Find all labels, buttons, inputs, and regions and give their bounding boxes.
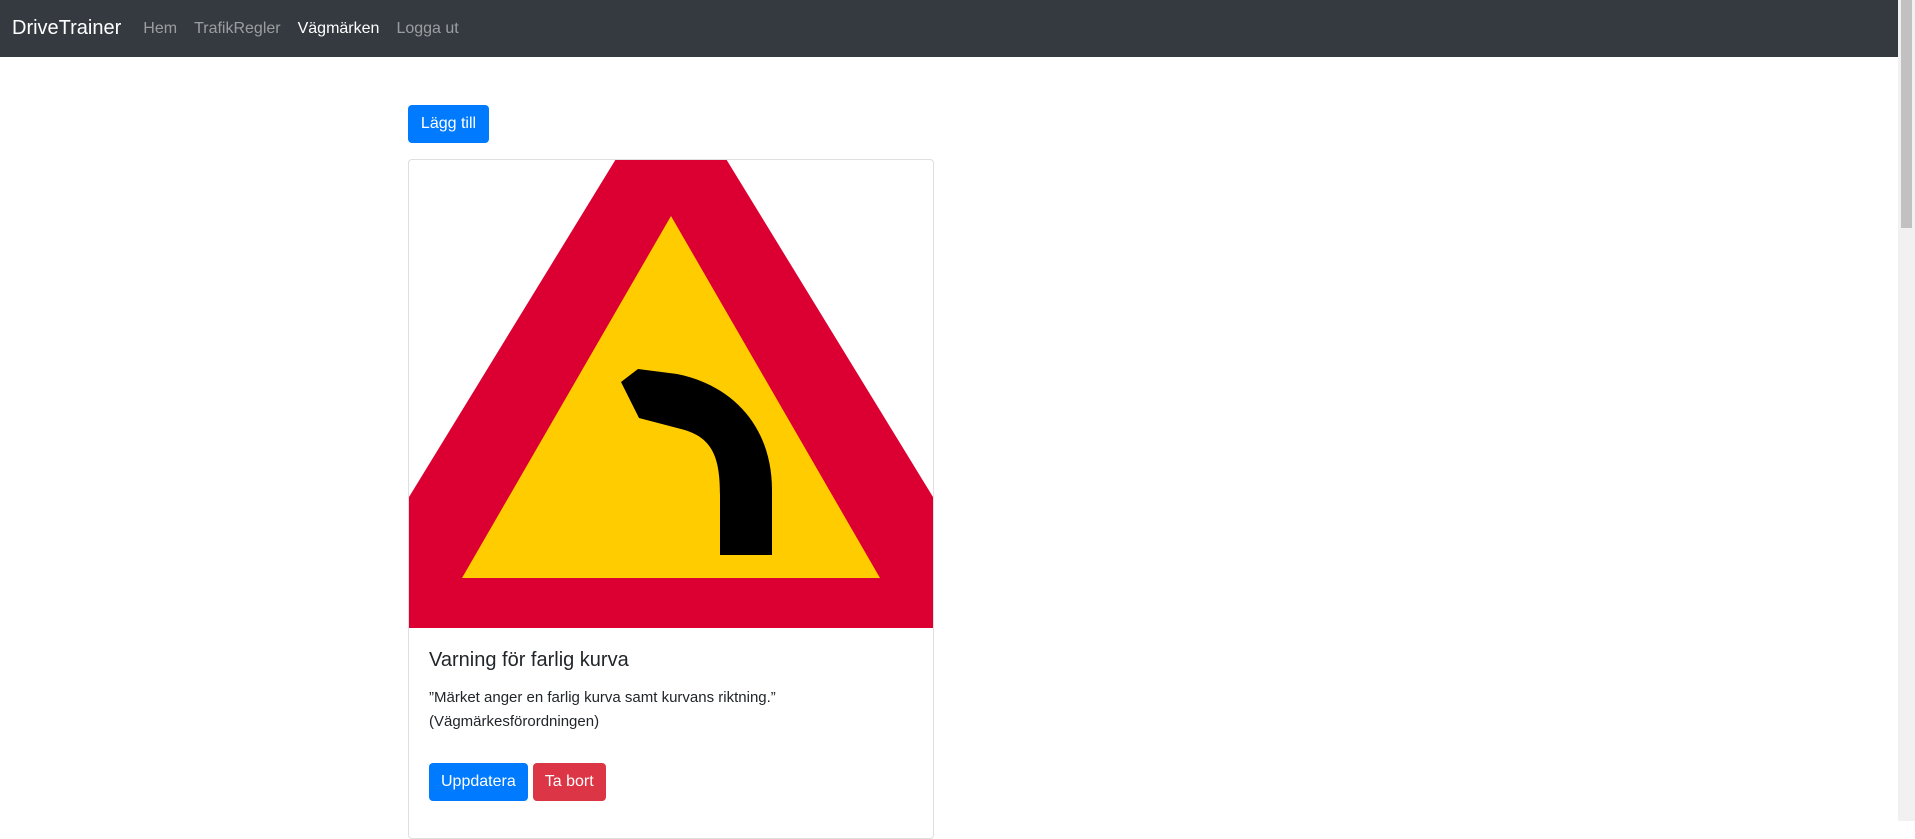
update-button[interactable]: Uppdatera: [429, 763, 528, 801]
nav-link-hem[interactable]: Hem: [143, 20, 177, 38]
top-navbar: DriveTrainer Hem TrafikRegler Vägmärken …: [0, 0, 1898, 57]
add-button[interactable]: Lägg till: [408, 105, 489, 143]
nav-link-trafikregler[interactable]: TrafikRegler: [194, 20, 281, 38]
sign-title: Varning för farlig kurva: [429, 649, 629, 671]
sign-description: ”Märket anger en farlig kurva samt kurva…: [429, 689, 776, 730]
page-scrollbar[interactable]: [1898, 0, 1915, 821]
nav-links: Hem TrafikRegler Vägmärken Logga ut: [143, 20, 475, 38]
curve-left-warning-sign-icon: [409, 160, 933, 628]
scrollbar-thumb[interactable]: [1901, 0, 1912, 228]
card-body: Varning för farlig kurva ”Märket anger e…: [429, 649, 913, 734]
brand-link[interactable]: DriveTrainer: [12, 17, 121, 40]
sign-card: Varning för farlig kurva ”Märket anger e…: [408, 159, 934, 839]
nav-link-logga-ut[interactable]: Logga ut: [396, 20, 458, 38]
card-actions: Uppdatera Ta bort: [429, 763, 611, 801]
delete-button[interactable]: Ta bort: [532, 763, 606, 801]
nav-link-vagmarken[interactable]: Vägmärken: [298, 20, 380, 38]
